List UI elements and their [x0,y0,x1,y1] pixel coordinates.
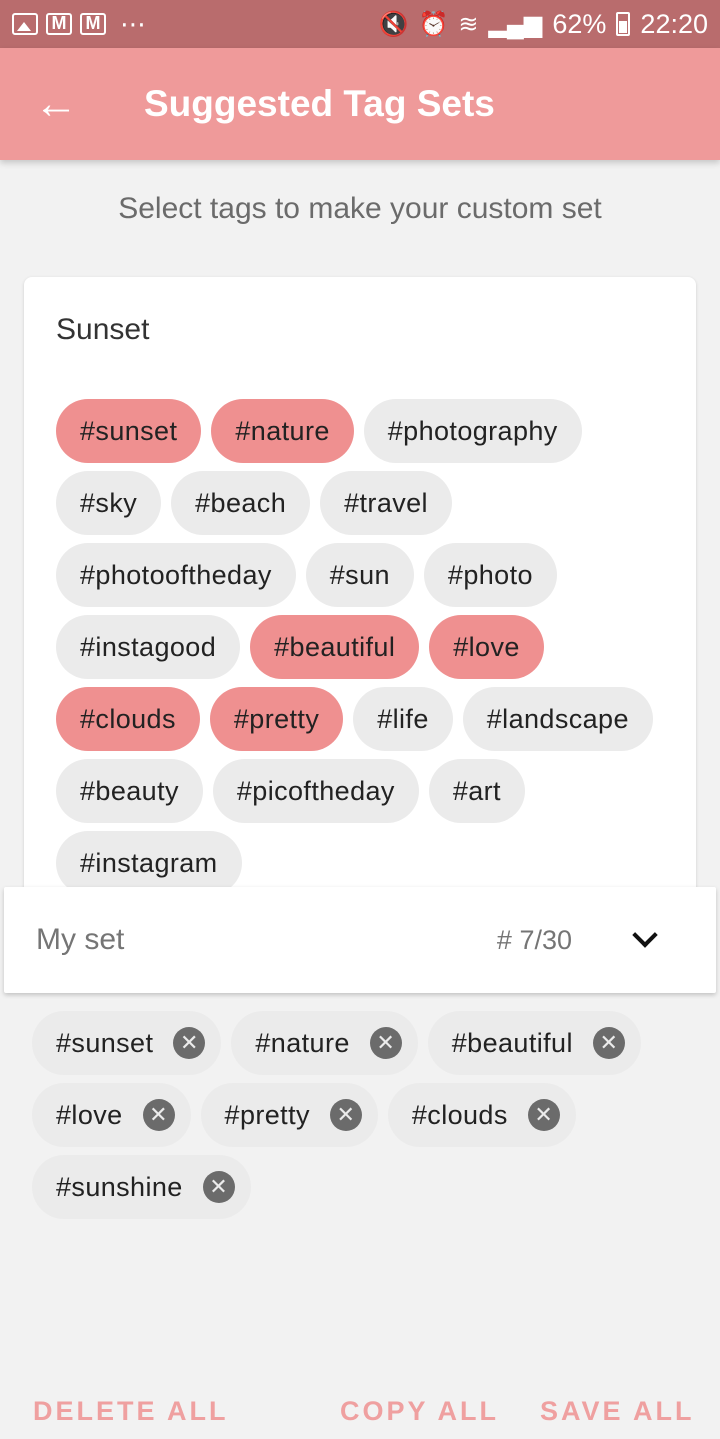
tag-chip[interactable]: #art [428,759,525,823]
gmail-notification-icon: M [46,13,72,35]
tag-chip[interactable]: #photo [423,543,557,607]
remove-tag-icon[interactable]: ✕ [329,1099,362,1131]
selected-tag-label: #nature [255,1027,350,1058]
remove-tag-icon[interactable]: ✕ [527,1099,560,1131]
remove-tag-icon[interactable]: ✕ [592,1027,625,1059]
mute-icon: 🔇 [378,10,409,38]
copy-all-button[interactable]: COPY ALL [340,1396,499,1427]
tag-chip[interactable]: #travel [320,471,452,535]
battery-icon [616,12,631,36]
tag-chip[interactable]: #photooftheday [56,543,296,607]
tag-count: # 7/30 [496,924,572,955]
tag-chip[interactable]: #beach [171,471,311,535]
selected-tag-chip[interactable]: #pretty ✕ [200,1083,378,1147]
more-notifications-icon: ⋯ [120,9,148,39]
suggested-tag-list: #sunset #nature #photography #sky #beach #tra… [56,399,676,895]
selected-tag-chip[interactable]: #sunshine ✕ [32,1155,251,1219]
tag-chip[interactable]: #picoftheday [212,759,419,823]
image-notification-icon [12,13,38,35]
tag-chip[interactable]: #clouds [56,687,200,751]
battery-percent: 62% [552,8,607,39]
tag-chip[interactable]: #sun [305,543,414,607]
selected-tag-label: #love [56,1099,123,1130]
selected-tag-label: #clouds [411,1099,508,1130]
tag-set-title: Sunset [56,313,150,346]
save-all-button[interactable]: SAVE ALL [540,1396,695,1427]
tag-chip[interactable]: #instagood [56,615,241,679]
notification-icons: M M ⋯ [12,9,148,39]
selected-tag-chip[interactable]: #beautiful ✕ [427,1011,641,1075]
tag-chip[interactable]: #life [353,687,453,751]
system-icons: 🔇 ⏰ ≋ ▂▄▆ 62% 22:20 [379,9,708,40]
remove-tag-icon[interactable]: ✕ [202,1171,235,1203]
clock: 22:20 [640,8,708,39]
app-bar: ← Suggested Tag Sets [0,48,720,160]
back-arrow-icon[interactable]: ← [0,48,112,160]
selected-tag-chip[interactable]: #nature ✕ [231,1011,418,1075]
tag-chip[interactable]: #nature [211,399,354,463]
remove-tag-icon[interactable]: ✕ [142,1099,175,1131]
delete-all-button[interactable]: DELETE ALL [33,1396,229,1427]
signal-icon: ▂▄▆ [488,10,543,38]
tag-chip[interactable]: #sky [56,471,162,535]
selected-tag-chip[interactable]: #love ✕ [32,1083,191,1147]
tag-chip[interactable]: #love [429,615,544,679]
instruction-text: Select tags to make your custom set [118,192,602,225]
tag-chip[interactable]: #instagram [56,831,242,895]
wifi-icon: ≋ [458,10,479,38]
selected-tag-chip[interactable]: #sunset ✕ [32,1011,222,1075]
chevron-down-icon[interactable] [630,926,658,954]
page-title: Suggested Tag Sets [144,83,495,124]
remove-tag-icon[interactable]: ✕ [369,1027,402,1059]
selected-tag-label: #sunshine [56,1171,183,1202]
tag-chip[interactable]: #pretty [209,687,344,751]
gmail-notification-icon: M [80,13,106,35]
selected-tag-chip[interactable]: #clouds ✕ [387,1083,576,1147]
selected-tag-label: #sunset [56,1027,154,1058]
selected-tag-label: #pretty [224,1099,310,1130]
my-set-header[interactable]: My set # 7/30 [4,887,716,993]
tag-chip[interactable]: #beautiful [250,615,420,679]
tag-set-card: Sunset #sunset #nature #photography #sky #be… [24,277,696,917]
remove-tag-icon[interactable]: ✕ [173,1027,206,1059]
my-set-tag-list: #sunset ✕ #nature ✕ #beautiful ✕ #love ✕ #pretty… [32,1011,692,1219]
selected-tag-label: #beautiful [451,1027,573,1058]
tag-chip[interactable]: #photography [363,399,582,463]
bottom-action-bar: DELETE ALL COPY ALL SAVE ALL [0,1380,720,1439]
my-set-label: My set [36,923,125,956]
alarm-icon: ⏰ [418,10,449,38]
tag-chip[interactable]: #sunset [56,399,202,463]
status-bar: M M ⋯ 🔇 ⏰ ≋ ▂▄▆ 62% 22:20 [0,0,720,48]
tag-chip[interactable]: #landscape [462,687,653,751]
tag-chip[interactable]: #beauty [56,759,203,823]
